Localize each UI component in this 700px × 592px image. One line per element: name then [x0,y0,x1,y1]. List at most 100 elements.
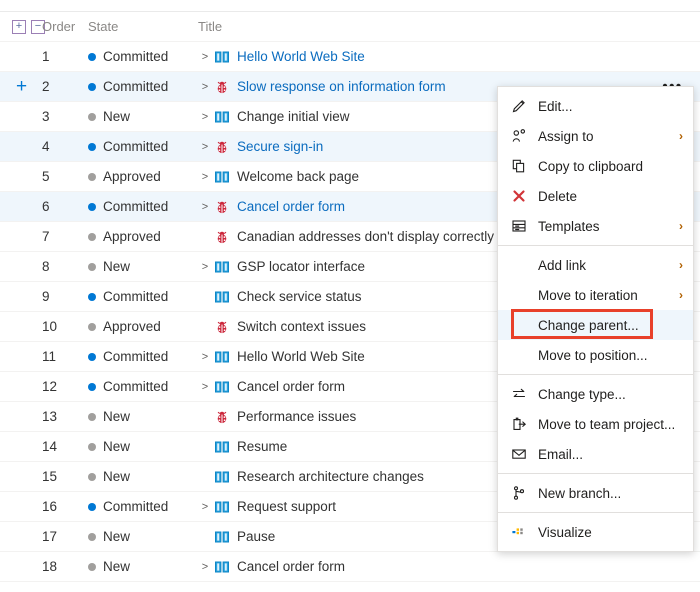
work-item-title[interactable]: Pause [237,529,275,544]
menu-item-move-to-iteration[interactable]: Move to iteration › [498,280,693,310]
menu-item-copy-to-clipboard[interactable]: Copy to clipboard [498,151,693,181]
work-item-title[interactable]: Change initial view [237,109,350,124]
column-header-order[interactable]: Order [42,19,88,34]
tree-chevron-right-icon: › [198,231,212,243]
tree-chevron-right-icon[interactable]: > [198,561,212,573]
state-label: Committed [103,289,169,304]
user-story-icon [214,379,230,395]
cell-order: 9 [42,289,50,304]
state-dot-icon [88,502,96,511]
menu-divider [498,245,693,246]
submenu-chevron-icon[interactable]: › [679,129,683,143]
cell-order: 11 [42,349,57,364]
cell-state: New [88,469,198,484]
menu-item-change-type[interactable]: Change type... [498,379,693,409]
user-story-icon [214,109,230,125]
work-item-title[interactable]: Resume [237,439,287,454]
menu-item-change-parent[interactable]: Change parent... [498,310,693,340]
work-item-title[interactable]: Welcome back page [237,169,359,184]
menu-item-visualize[interactable]: Visualize [498,517,693,547]
cell-state: New [88,409,198,424]
cell-order: 17 [42,529,58,544]
cell-order: 4 [42,139,50,154]
menu-item-move-to-team-project[interactable]: Move to team project... [498,409,693,439]
cell-state: New [88,559,198,574]
work-item-title[interactable]: Cancel order form [237,199,345,214]
submenu-chevron-icon[interactable]: › [679,258,683,272]
user-story-icon [214,499,230,515]
state-label: Committed [103,379,169,394]
cell-order: 8 [42,259,50,274]
state-dot-icon [88,352,96,361]
state-dot-icon [88,112,96,121]
menu-item-templates[interactable]: Templates › [498,211,693,241]
menu-divider [498,374,693,375]
tree-chevron-right-icon[interactable]: > [198,141,212,153]
tree-chevron-right-icon[interactable]: > [198,351,212,363]
table-row[interactable]: 1 Committed > Hello World Web Site [0,42,700,72]
bug-icon [214,79,230,95]
state-dot-icon [88,322,96,331]
cell-order: 7 [42,229,50,244]
work-item-title[interactable]: Hello World Web Site [237,49,365,64]
state-label: Committed [103,79,169,94]
cell-state: New [88,259,198,274]
change-type-icon [510,386,528,402]
menu-item-assign-to[interactable]: Assign to › [498,121,693,151]
cell-order: 16 [42,499,58,514]
tree-chevron-right-icon[interactable]: > [198,111,212,123]
tree-chevron-right-icon[interactable]: > [198,51,212,63]
work-item-title[interactable]: Check service status [237,289,362,304]
work-item-title[interactable]: Cancel order form [237,559,345,574]
cell-state: Committed [88,199,198,214]
tree-chevron-right-icon: › [198,321,212,333]
work-item-title[interactable]: Hello World Web Site [237,349,365,364]
tree-chevron-right-icon[interactable]: > [198,81,212,93]
column-header-state[interactable]: State [88,19,198,34]
row-expand-plus-icon[interactable]: + [16,77,27,96]
menu-item-move-to-position[interactable]: Move to position... [498,340,693,370]
grid-header-row: + − Order State Title [0,12,700,42]
cell-title: > Cancel order form [198,559,645,575]
menu-item-email[interactable]: Email... [498,439,693,469]
state-dot-icon [88,262,96,271]
tree-chevron-right-icon[interactable]: > [198,171,212,183]
tree-chevron-right-icon: › [198,291,212,303]
menu-item-edit[interactable]: Edit... [498,91,693,121]
work-item-title[interactable]: Secure sign-in [237,139,323,154]
tree-chevron-right-icon[interactable]: > [198,261,212,273]
menu-item-label: Move to position... [538,347,648,363]
work-item-title[interactable]: Switch context issues [237,319,366,334]
tree-chevron-right-icon[interactable]: > [198,381,212,393]
tree-chevron-right-icon[interactable]: > [198,501,212,513]
cell-state: New [88,439,198,454]
work-item-title[interactable]: Cancel order form [237,379,345,394]
submenu-chevron-icon[interactable]: › [679,219,683,233]
menu-item-new-branch[interactable]: New branch... [498,478,693,508]
bug-icon [214,319,230,335]
work-item-title[interactable]: Canadian addresses don't display correct… [237,229,494,244]
expand-all-icon[interactable]: + [12,19,26,34]
bug-icon [214,199,230,215]
row-expand-cell[interactable]: + [0,77,42,96]
submenu-chevron-icon[interactable]: › [679,288,683,302]
menu-item-add-link[interactable]: Add link › [498,250,693,280]
work-item-title[interactable]: GSP locator interface [237,259,365,274]
branch-icon [510,485,528,501]
column-header-title[interactable]: Title [198,19,645,34]
tree-chevron-right-icon[interactable]: > [198,201,212,213]
work-item-title[interactable]: Slow response on information form [237,79,446,94]
state-dot-icon [88,412,96,421]
work-item-title[interactable]: Request support [237,499,336,514]
menu-item-label: Templates [538,218,600,234]
table-row[interactable]: 18 New > Cancel order form [0,552,700,582]
state-label: New [103,409,131,424]
user-story-icon [214,349,230,365]
work-item-title[interactable]: Research architecture changes [237,469,424,484]
expand-all-glyph: + [15,19,23,32]
menu-item-delete[interactable]: Delete [498,181,693,211]
context-menu[interactable]: Edit... Assign to › Copy to clipboard Delete… [497,86,694,552]
state-label: New [103,469,131,484]
work-item-title[interactable]: Performance issues [237,409,356,424]
bug-icon [214,139,230,155]
